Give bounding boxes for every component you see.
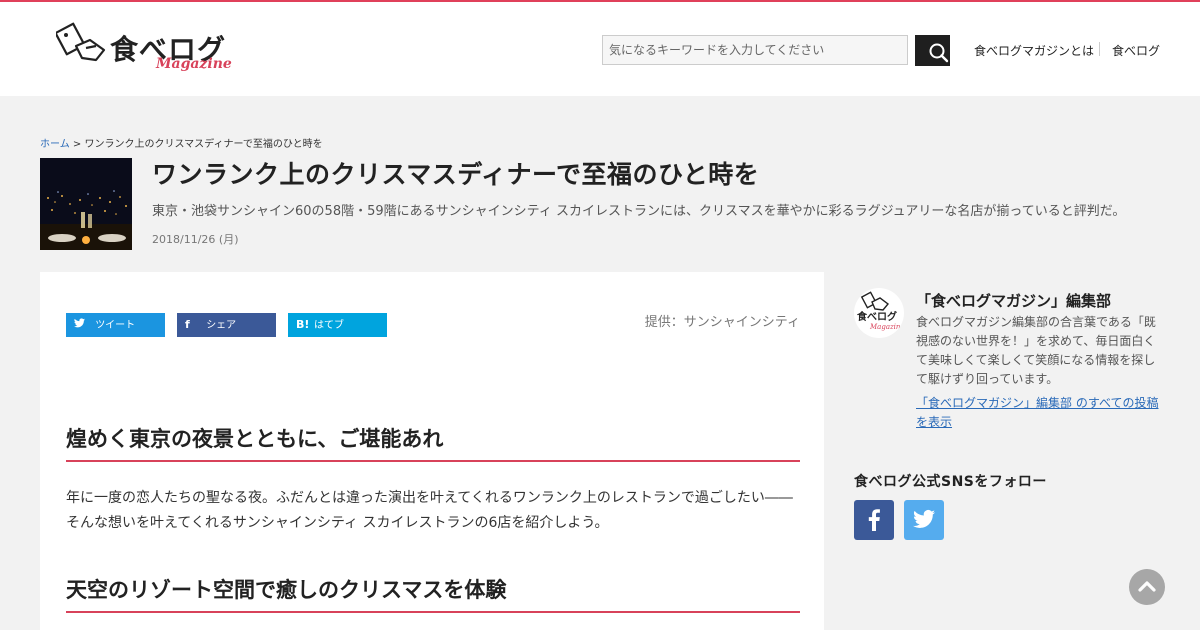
article-lead: 東京・池袋サンシャイン60の58階・59階にあるサンシャインシティ スカイレスト… [152,204,1126,219]
author-avatar[interactable]: 食べログ Magazine [854,288,904,338]
article-date: 2018/11/26 (月) [152,233,239,246]
facebook-icon: f [185,318,190,331]
breadcrumb: ホーム > ワンランク上のクリスマスディナーで至福のひと時を [40,135,323,150]
author-bio: 食べログマガジン編集部の合言葉である「既視感のない世界を！」を求めて、毎日面白く… [916,315,1156,386]
article-body: ツイート f シェア B! はてブ 提供：サンシャインシティ 煌めく東京の夜景とと… [40,272,824,630]
chevron-up-icon [1138,581,1156,592]
author-posts-link[interactable]: 「食べログマガジン」編集部 のすべての投稿を表示 [916,394,1164,432]
nav-tabelog[interactable]: 食べログ [1112,42,1160,59]
night-view-image [40,158,132,250]
breadcrumb-home[interactable]: ホーム [40,139,70,150]
search-button[interactable] [915,35,950,66]
breadcrumb-separator: > [72,139,82,150]
svg-text:食べログ: 食べログ [856,310,897,323]
image-credit: 提供：サンシャインシティ [644,315,800,330]
article-thumbnail [40,158,132,250]
breadcrumb-current: ワンランク上のクリスマスディナーで至福のひと時を [84,139,323,150]
sns-follow-heading: 食べログ公式SNSをフォロー [854,474,1047,490]
tweet-button[interactable]: ツイート [66,313,165,337]
twitter-icon [74,313,92,337]
hatena-bookmark-button[interactable]: B! はてブ [288,313,387,337]
author-name: 「食べログマガジン」編集部 [916,292,1112,310]
section-heading: 天空のリゾート空間で癒しのクリスマスを体験 [66,574,800,613]
facebook-icon [868,509,880,531]
nav-divider [1099,42,1100,56]
search-input[interactable] [602,35,908,65]
logo-subtext: Magazine [156,56,232,72]
share-label: シェア [206,320,237,331]
facebook-share-button[interactable]: f シェア [177,313,276,337]
search-icon [929,43,949,63]
scroll-to-top-button[interactable] [1129,569,1165,605]
hatena-label: はてブ [314,320,344,331]
site-logo[interactable]: 食べログ Magazine [56,22,236,82]
nav-about-magazine[interactable]: 食べログマガジンとは [974,42,1094,59]
twitter-icon [913,509,936,528]
tweet-label: ツイート [95,320,136,331]
site-header: 食べログ Magazine 食べログマガジンとは 食べログ [0,2,1200,96]
magazine-logo-icon: 食べログ Magazine [856,291,904,331]
section-heading: 煌めく東京の夜景とともに、ご堪能あれ [66,423,800,462]
article-title: ワンランク上のクリスマスディナーで至福のひと時を [152,160,760,189]
twitter-follow-button[interactable] [904,500,944,540]
article-paragraph: 年に一度の恋人たちの聖なる夜。ふだんとは違った演出を叶えてくれるワンランク上のレ… [66,490,793,531]
hatena-icon: B! [296,318,310,331]
logo-mark-icon [56,22,106,62]
svg-text:Magazine: Magazine [869,323,904,331]
facebook-follow-button[interactable] [854,500,894,540]
